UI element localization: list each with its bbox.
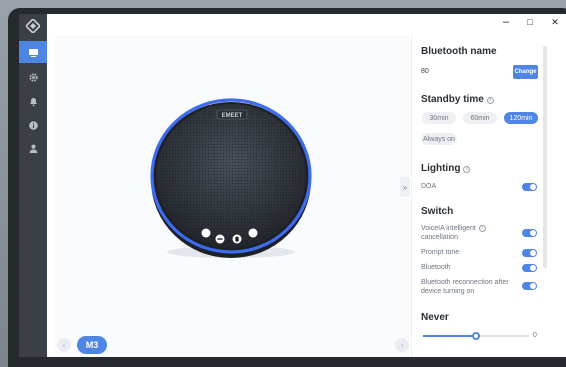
reconnection-label-line2: device turning on	[421, 288, 475, 295]
bluetooth-reconnection-toggle[interactable]	[522, 282, 537, 290]
sidebar-item-about[interactable]	[19, 114, 47, 136]
collapse-panel-button[interactable]: »	[400, 177, 410, 197]
info-icon[interactable]: i	[478, 225, 486, 232]
voiceia-cancellation-toggle[interactable]	[522, 229, 537, 237]
standby-time-title: Standby time i	[421, 94, 494, 105]
minimize-button[interactable]: –	[497, 15, 515, 29]
reconnection-label-line1: Bluetooth reconnection after	[421, 279, 509, 286]
info-icon[interactable]: i	[486, 97, 494, 104]
speaker-brand-label: EMEET	[222, 113, 243, 119]
doa-toggle[interactable]	[522, 183, 537, 191]
next-device-button[interactable]: ›	[395, 338, 409, 352]
bell-icon	[29, 97, 37, 106]
bluetooth-label: Bluetooth	[421, 264, 451, 271]
maximize-button[interactable]: □	[521, 15, 539, 29]
standby-option-120min[interactable]: 120min	[504, 112, 538, 124]
gear-icon	[28, 72, 38, 82]
previous-device-button[interactable]: ‹	[57, 338, 71, 352]
sidebar-item-device[interactable]	[19, 41, 47, 63]
standby-option-always-on[interactable]: Always on	[421, 133, 457, 145]
app-logo-icon	[26, 19, 40, 33]
voiceia-cancellation-label: VoiceIA intelligent i cancellation	[421, 224, 486, 242]
prompt-tone-toggle[interactable]	[522, 249, 537, 257]
never-title: Never	[421, 312, 449, 323]
never-slider-value: 0	[533, 332, 537, 339]
close-button[interactable]: ✕	[546, 15, 564, 29]
settings-scrollbar[interactable]	[543, 46, 547, 268]
never-slider-handle[interactable]	[472, 332, 480, 340]
app-window: – □ ✕ EMEET ‹ M3 › » Bluetooth name 80 C…	[19, 14, 566, 357]
speakerphone-image: EMEET	[150, 98, 312, 258]
standby-option-30min[interactable]: 30min	[422, 112, 456, 124]
info-icon[interactable]: i	[463, 166, 471, 173]
change-bluetooth-name-button[interactable]: Change	[513, 65, 538, 79]
lighting-title: Lighting i	[421, 163, 471, 174]
model-badge[interactable]: M3	[77, 336, 107, 354]
voiceia-label-line1: VoiceIA intelligent	[421, 225, 476, 232]
standby-option-60min[interactable]: 60min	[463, 112, 497, 124]
lighting-label: Lighting	[421, 163, 461, 174]
voiceia-label-line2: cancellation	[421, 234, 458, 241]
sidebar	[19, 14, 47, 357]
sidebar-item-account[interactable]	[19, 137, 47, 159]
switch-title: Switch	[421, 206, 454, 217]
settings-panel	[411, 34, 558, 357]
prompt-tone-label: Prompt tone	[421, 249, 460, 256]
never-slider[interactable]	[423, 332, 529, 340]
device-icon	[28, 48, 38, 57]
bluetooth-toggle[interactable]	[522, 264, 537, 272]
info-icon	[28, 120, 38, 130]
sidebar-item-settings[interactable]	[19, 66, 47, 88]
bluetooth-name-value: 80	[421, 68, 429, 75]
standby-time-label: Standby time	[421, 94, 484, 105]
never-slider-fill	[423, 335, 476, 337]
bluetooth-reconnection-label: Bluetooth reconnection after device turn…	[421, 278, 509, 296]
bluetooth-name-title: Bluetooth name	[421, 46, 497, 57]
doa-label: DOA	[421, 183, 437, 190]
sidebar-item-notifications[interactable]	[19, 90, 47, 112]
user-icon	[29, 144, 37, 153]
